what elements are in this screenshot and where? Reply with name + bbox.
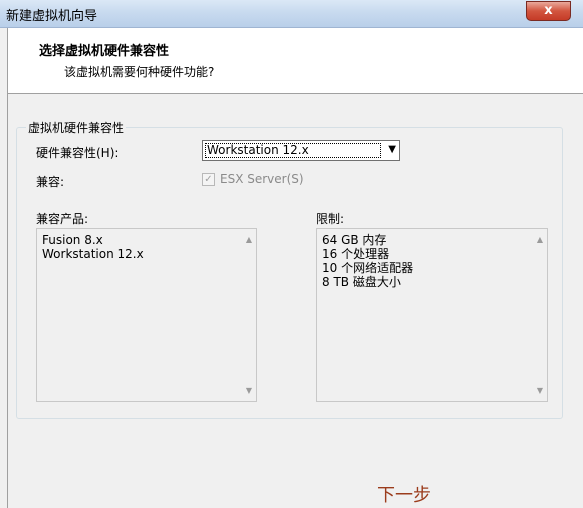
scroll-up-icon[interactable]: ▲ [246,235,252,244]
page-subtitle: 该虚拟机需要何种硬件功能? [64,65,215,79]
wizard-header: 选择虚拟机硬件兼容性 该虚拟机需要何种硬件功能? [7,28,583,93]
esx-server-label: ESX Server(S) [220,172,304,186]
list-item: Workstation 12.x [42,247,144,261]
limits-label: 限制: [316,212,345,226]
list-item: 16 个处理器 [322,247,390,261]
page-title: 选择虚拟机硬件兼容性 [39,44,170,59]
chevron-down-icon[interactable]: ▼ [388,144,396,155]
close-icon: x [544,3,553,18]
compatible-label: 兼容: [36,175,65,189]
close-button[interactable]: x [526,1,571,21]
list-item: 10 个网络适配器 [322,261,414,275]
scroll-down-icon[interactable]: ▼ [246,386,252,395]
list-item: 8 TB 磁盘大小 [322,275,401,289]
list-item: Fusion 8.x [42,233,103,247]
window-title: 新建虚拟机向导 [6,9,98,24]
title-bar: 新建虚拟机向导 x [0,0,583,28]
limits-items: 64 GB 内存 16 个处理器 10 个网络适配器 8 TB 磁盘大小 [322,233,413,289]
hardware-compat-label: 硬件兼容性(H): [36,146,119,160]
compatible-products-list[interactable]: Fusion 8.x Workstation 12.x ▲ ▼ [36,228,257,402]
esx-server-checkbox[interactable]: ✓ [202,173,215,186]
scroll-down-icon[interactable]: ▼ [537,386,543,395]
hardware-compat-select[interactable]: Workstation 12.x ▼ [202,140,400,161]
scroll-up-icon[interactable]: ▲ [537,235,543,244]
next-step-annotation: 下一步 [377,485,431,506]
list-item: 64 GB 内存 [322,233,387,247]
groupbox-legend: 虚拟机硬件兼容性 [26,119,127,136]
hardware-compat-value: Workstation 12.x [205,143,381,158]
products-label: 兼容产品: [36,212,89,226]
limits-list[interactable]: 64 GB 内存 16 个处理器 10 个网络适配器 8 TB 磁盘大小 ▲ ▼ [316,228,548,402]
products-items: Fusion 8.x Workstation 12.x [42,233,144,261]
